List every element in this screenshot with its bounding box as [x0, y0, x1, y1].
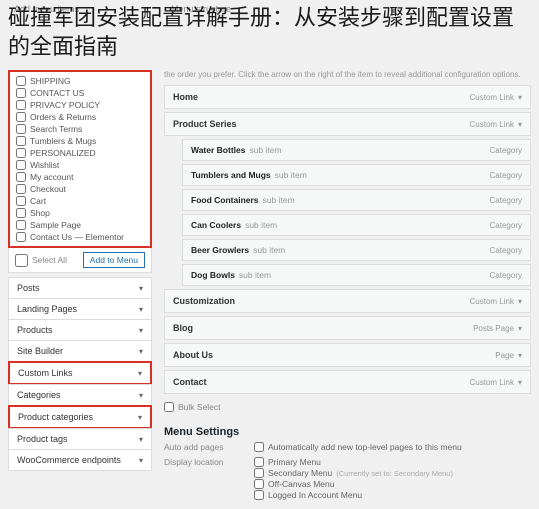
tab-add-items: Add menu items [8, 2, 85, 16]
page-checkbox-item[interactable]: Cart [16, 195, 144, 207]
page-checkbox[interactable] [16, 196, 26, 206]
menu-item-customization[interactable]: Customization Custom Link▾ [164, 289, 531, 313]
menu-settings-title: Menu Settings [164, 426, 531, 438]
accordion-item[interactable]: Posts▾ [8, 277, 152, 299]
page-checkbox-item[interactable]: Shop [16, 207, 144, 219]
menu-item-about[interactable]: About Us Page▾ [164, 343, 531, 367]
page-checkbox[interactable] [16, 76, 26, 86]
chevron-down-icon: ▾ [139, 326, 143, 335]
page-checkbox[interactable] [16, 160, 26, 170]
tab-menu-structure: Menu structure [165, 2, 237, 16]
header-tabs: Add menu items Menu structure [0, 0, 539, 18]
menu-sub-item[interactable]: Tumblers and Mugssub itemCategory [182, 164, 531, 186]
auto-add-option[interactable]: Automatically add new top-level pages to… [254, 442, 531, 452]
display-location-option[interactable]: Primary Menu [254, 457, 531, 467]
page-checkbox-item[interactable]: Tumblers & Mugs [16, 135, 144, 147]
page-checkbox[interactable] [16, 124, 26, 134]
page-checkbox[interactable] [16, 232, 26, 242]
display-location-option[interactable]: Secondary Menu (Currently set to: Second… [254, 468, 531, 478]
menu-item-contact[interactable]: Contact Custom Link▾ [164, 370, 531, 394]
bulk-select-row[interactable]: Bulk Select [164, 402, 531, 412]
chevron-down-icon[interactable]: ▾ [518, 378, 522, 387]
chevron-down-icon: ▾ [138, 369, 142, 378]
chevron-down-icon: ▾ [139, 456, 143, 465]
chevron-down-icon[interactable]: ▾ [518, 351, 522, 360]
menu-item-home[interactable]: Home Custom Link▾ [164, 85, 531, 109]
accordion-item[interactable]: Categories▾ [8, 384, 152, 406]
auto-add-label: Auto add pages [164, 442, 254, 452]
bulk-select-checkbox[interactable] [164, 402, 174, 412]
page-checkbox[interactable] [16, 184, 26, 194]
chevron-down-icon: ▾ [139, 347, 143, 356]
menu-sub-item[interactable]: Can Coolerssub itemCategory [182, 214, 531, 236]
menu-sub-item[interactable]: Dog Bowlssub itemCategory [182, 264, 531, 286]
menu-sub-item[interactable]: Water Bottlessub itemCategory [182, 139, 531, 161]
accordion-item[interactable]: Products▾ [8, 319, 152, 341]
select-all-label[interactable]: Select All [15, 254, 67, 267]
page-checkbox-item[interactable]: Search Terms [16, 123, 144, 135]
accordion-item[interactable]: Product tags▾ [8, 428, 152, 450]
display-location-label: Display location [164, 457, 254, 467]
chevron-down-icon: ▾ [139, 305, 143, 314]
page-checkbox-item[interactable]: Sample Page [16, 219, 144, 231]
page-checkbox[interactable] [16, 208, 26, 218]
chevron-down-icon[interactable]: ▾ [518, 297, 522, 306]
add-to-menu-button[interactable]: Add to Menu [83, 252, 145, 268]
auto-add-checkbox[interactable] [254, 442, 264, 452]
chevron-down-icon[interactable]: ▾ [518, 93, 522, 102]
page-checkbox-item[interactable]: Checkout [16, 183, 144, 195]
location-checkbox[interactable] [254, 457, 264, 467]
display-location-options: Primary Menu Secondary Menu (Currently s… [254, 457, 531, 501]
select-all-row: Select All Add to Menu [8, 248, 152, 273]
instruction-text: the order you prefer. Click the arrow on… [164, 70, 531, 79]
chevron-down-icon: ▾ [138, 413, 142, 422]
accordion-item[interactable]: Custom Links▾ [8, 361, 152, 385]
page-checkbox-item[interactable]: SHIPPING [16, 75, 144, 87]
location-checkbox[interactable] [254, 490, 264, 500]
source-accordion: Posts▾Landing Pages▾Products▾Site Builde… [8, 277, 152, 471]
menu-sub-item[interactable]: Food Containerssub itemCategory [182, 189, 531, 211]
page-checkbox-item[interactable]: PERSONALIZED [16, 147, 144, 159]
page-checkbox-item[interactable]: My account [16, 171, 144, 183]
page-checkbox-item[interactable]: Wishlist [16, 159, 144, 171]
page-checkbox[interactable] [16, 148, 26, 158]
page-checkbox[interactable] [16, 88, 26, 98]
accordion-item[interactable]: Landing Pages▾ [8, 298, 152, 320]
chevron-down-icon[interactable]: ▾ [518, 324, 522, 333]
accordion-item[interactable]: Product categories▾ [8, 405, 152, 429]
page-checkbox-item[interactable]: PRIVACY POLICY [16, 99, 144, 111]
page-checkbox-item[interactable]: Contact Us — Elementor [16, 231, 144, 243]
page-checkbox-item[interactable]: CONTACT US [16, 87, 144, 99]
menu-item-product-series[interactable]: Product Series Custom Link▾ [164, 112, 531, 136]
page-checkbox[interactable] [16, 172, 26, 182]
page-checkbox-item[interactable]: Orders & Returns [16, 111, 144, 123]
menu-item-blog[interactable]: Blog Posts Page▾ [164, 316, 531, 340]
chevron-down-icon: ▾ [139, 435, 143, 444]
page-checkbox-list: SHIPPINGCONTACT USPRIVACY POLICYOrders &… [8, 70, 152, 248]
page-checkbox[interactable] [16, 112, 26, 122]
page-checkbox[interactable] [16, 136, 26, 146]
chevron-down-icon[interactable]: ▾ [518, 120, 522, 129]
select-all-checkbox[interactable] [15, 254, 28, 267]
page-checkbox[interactable] [16, 100, 26, 110]
chevron-down-icon: ▾ [139, 284, 143, 293]
accordion-item[interactable]: Site Builder▾ [8, 340, 152, 362]
sub-item-list: Water Bottlessub itemCategory Tumblers an… [182, 139, 531, 286]
display-location-option[interactable]: Off-Canvas Menu [254, 479, 531, 489]
menu-sub-item[interactable]: Beer Growlerssub itemCategory [182, 239, 531, 261]
location-checkbox[interactable] [254, 479, 264, 489]
accordion-item[interactable]: WooCommerce endpoints▾ [8, 449, 152, 471]
chevron-down-icon: ▾ [139, 391, 143, 400]
page-checkbox[interactable] [16, 220, 26, 230]
display-location-option[interactable]: Logged In Account Menu [254, 490, 531, 500]
location-checkbox[interactable] [254, 468, 264, 478]
